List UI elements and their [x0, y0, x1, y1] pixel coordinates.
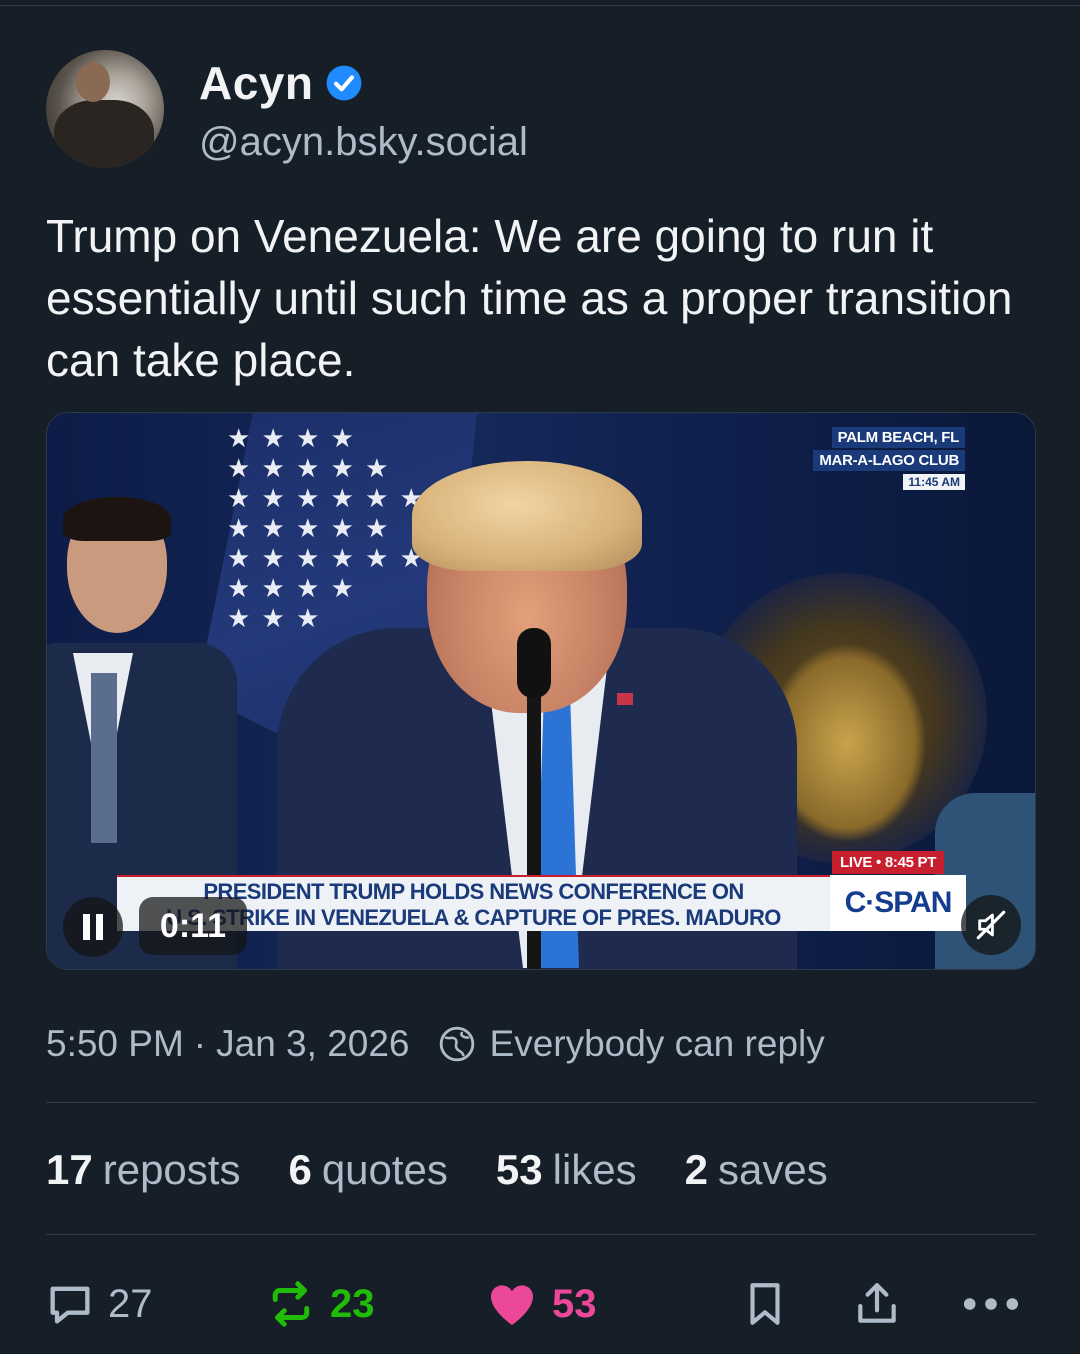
unmute-button[interactable] — [961, 895, 1021, 955]
pause-icon-bar — [96, 914, 103, 940]
pause-button[interactable] — [63, 897, 123, 957]
globe-icon — [439, 1026, 474, 1062]
repost-count: 23 — [330, 1281, 375, 1326]
meta-divider — [46, 1102, 1036, 1103]
saves-stat[interactable]: 2 saves — [685, 1146, 828, 1194]
reply-button[interactable]: 27 — [44, 1272, 153, 1336]
video-player[interactable]: ★ ★ ★ ★ ★ ★ ★ ★ ★ ★ ★ ★ ★ ★ ★ ★ ★ ★ ★ ★ ★ ★ … — [46, 412, 1036, 970]
share-icon — [858, 1283, 896, 1323]
lapel-pin — [617, 693, 633, 705]
repost-button[interactable]: 23 — [264, 1272, 375, 1336]
post-meta: 5:50 PM · Jan 3, 2026 Everybody can repl… — [46, 1020, 825, 1068]
post-header: Acyn @acyn.bsky.social — [46, 50, 1036, 170]
post-text: Trump on Venezuela: We are going to run … — [46, 210, 1013, 386]
pause-icon — [83, 914, 90, 940]
location-time: 11:45 AM — [903, 474, 965, 490]
author-display-name[interactable]: Acyn — [199, 56, 313, 110]
engagement-stats: 17 reposts 6 quotes 53 likes 2 saves — [46, 1144, 876, 1196]
share-button[interactable] — [852, 1272, 902, 1336]
saves-label: saves — [718, 1146, 828, 1193]
location-bug: PALM BEACH, FL MAR-A-LAGO CLUB 11:45 AM — [785, 427, 965, 491]
post-time: 5:50 PM — [46, 1023, 184, 1064]
reposts-count: 17 — [46, 1146, 93, 1193]
post-thread-item: Acyn @acyn.bsky.social Trump on Venezuel… — [0, 0, 1080, 1354]
reply-setting[interactable]: Everybody can reply — [490, 1023, 825, 1065]
likes-count: 53 — [495, 1146, 543, 1193]
elapsed-time: 0:11 — [139, 897, 247, 955]
heart-icon — [491, 1285, 533, 1325]
reply-icon — [50, 1286, 90, 1324]
network-logo: C·SPAN — [830, 875, 966, 931]
avatar[interactable] — [46, 50, 164, 168]
avatar-body-shape — [54, 100, 154, 168]
like-count: 53 — [552, 1281, 597, 1326]
person-left-tie — [91, 673, 117, 843]
reply-count: 27 — [108, 1281, 153, 1326]
like-button[interactable]: 53 — [484, 1272, 597, 1336]
likes-label: likes — [552, 1146, 637, 1193]
bookmark-button[interactable] — [740, 1272, 790, 1336]
location-line-2: MAR-A-LAGO CLUB — [813, 450, 965, 471]
post-actions: 27 23 53 — [40, 1272, 1030, 1336]
more-icon — [963, 1298, 1019, 1310]
bookmark-icon — [750, 1283, 780, 1325]
live-tag: LIVE • 8:45 PT — [832, 851, 945, 874]
avatar-face-shape — [76, 62, 110, 102]
quotes-label: quotes — [321, 1146, 448, 1193]
more-options-button[interactable] — [962, 1272, 1020, 1336]
meta-separator: · — [193, 1023, 207, 1064]
reposts-stat[interactable]: 17 reposts — [46, 1146, 240, 1194]
microphone-icon — [517, 628, 551, 698]
verified-badge-icon[interactable] — [325, 64, 363, 102]
author-handle[interactable]: @acyn.bsky.social — [199, 120, 528, 165]
person-left-hair — [63, 497, 171, 541]
author-name-row: Acyn — [199, 56, 363, 110]
speaker-hair — [412, 461, 642, 571]
repost-icon — [272, 1281, 310, 1327]
post-date: Jan 3, 2026 — [216, 1023, 410, 1064]
quotes-count: 6 — [288, 1146, 312, 1193]
location-line-1: PALM BEACH, FL — [831, 427, 965, 448]
saves-count: 2 — [684, 1146, 709, 1193]
quotes-stat[interactable]: 6 quotes — [288, 1146, 447, 1194]
reposts-label: reposts — [102, 1146, 241, 1193]
muted-speaker-icon — [976, 910, 1006, 940]
stats-divider — [46, 1234, 1036, 1235]
likes-stat[interactable]: 53 likes — [496, 1146, 637, 1194]
